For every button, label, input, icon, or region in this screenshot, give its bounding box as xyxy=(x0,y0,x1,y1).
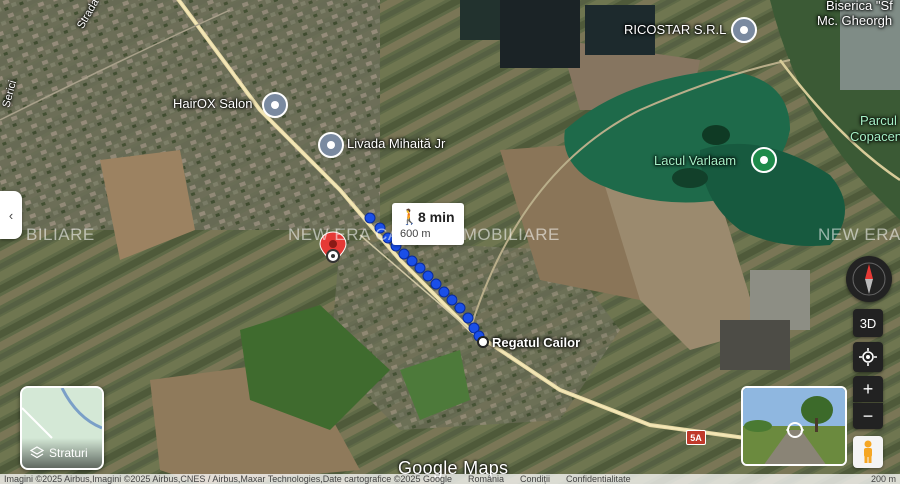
street-view-preview xyxy=(743,388,845,464)
minus-icon: − xyxy=(862,405,874,426)
attribution-text: Imagini ©2025 Airbus,Imagini ©2025 Airbu… xyxy=(4,474,452,484)
route-dot xyxy=(398,248,410,260)
zoom-out-button[interactable]: − xyxy=(853,403,883,429)
pegman-icon xyxy=(864,440,872,463)
footer-terms-link[interactable]: Condiții xyxy=(520,474,550,484)
route-dot xyxy=(446,294,458,306)
route-distance: 600 m xyxy=(400,228,431,240)
my-location-icon xyxy=(859,348,877,366)
layers-button[interactable]: Straturi xyxy=(20,386,104,470)
pegman-button[interactable] xyxy=(853,436,883,468)
route-end-marker xyxy=(477,336,489,348)
3d-button[interactable]: 3D xyxy=(853,309,883,337)
3d-label: 3D xyxy=(859,315,877,331)
attribution-bar: Imagini ©2025 Airbus,Imagini ©2025 Airbu… xyxy=(0,474,900,484)
place-label-parcul[interactable]: Parcul xyxy=(860,113,897,128)
route-dot xyxy=(430,278,442,290)
route-info-card[interactable]: 🚶 8 min 600 m xyxy=(392,203,464,245)
route-dot xyxy=(414,262,426,274)
place-pin-icon[interactable] xyxy=(262,92,288,118)
footer-privacy-link[interactable]: Confidentialitate xyxy=(566,474,631,484)
place-pin-icon[interactable] xyxy=(318,132,344,158)
route-dot xyxy=(422,270,434,282)
street-view-thumbnail[interactable] xyxy=(741,386,847,466)
footer-country[interactable]: România xyxy=(468,474,504,484)
place-label-livada[interactable]: Livada Mihaită Jr xyxy=(347,136,445,151)
watermark-left: BILIARE xyxy=(26,225,95,244)
watermark-right: NEW ERA xyxy=(818,225,900,244)
compass-icon xyxy=(852,262,886,296)
place-label-hairox[interactable]: HairOX Salon xyxy=(173,96,252,111)
my-location-button[interactable] xyxy=(853,342,883,372)
collapse-panel-button[interactable]: ‹ xyxy=(0,191,22,239)
compass-button[interactable] xyxy=(846,256,892,302)
place-label-regatul[interactable]: Regatul Cailor xyxy=(492,335,580,350)
scale-bar[interactable]: 200 m xyxy=(871,474,896,484)
place-label-parcul-2[interactable]: Copacen xyxy=(850,129,900,144)
chevron-left-icon: ‹ xyxy=(8,207,14,223)
route-dot xyxy=(406,255,418,267)
route-time: 8 min xyxy=(418,209,455,225)
route-dot xyxy=(462,312,474,324)
place-pin-icon[interactable] xyxy=(731,17,757,43)
route-dot xyxy=(438,286,450,298)
place-label-biserica-2[interactable]: Mc. Gheorgh xyxy=(817,13,892,28)
layers-label: Straturi xyxy=(49,446,88,460)
plus-icon: + xyxy=(862,378,874,399)
walking-icon: 🚶 xyxy=(400,209,419,226)
place-label-lacul[interactable]: Lacul Varlaam xyxy=(654,153,736,168)
park-pin-icon[interactable] xyxy=(751,147,777,173)
zoom-in-button[interactable]: + xyxy=(853,376,883,402)
route-dot xyxy=(454,302,466,314)
layers-icon xyxy=(30,446,44,459)
place-label-biserica[interactable]: Biserica "Sf xyxy=(826,0,893,13)
route-dot xyxy=(364,212,376,224)
road-shield: 5A xyxy=(686,430,706,445)
place-label-ricostar[interactable]: RICOSTAR S.R.L xyxy=(624,22,726,37)
